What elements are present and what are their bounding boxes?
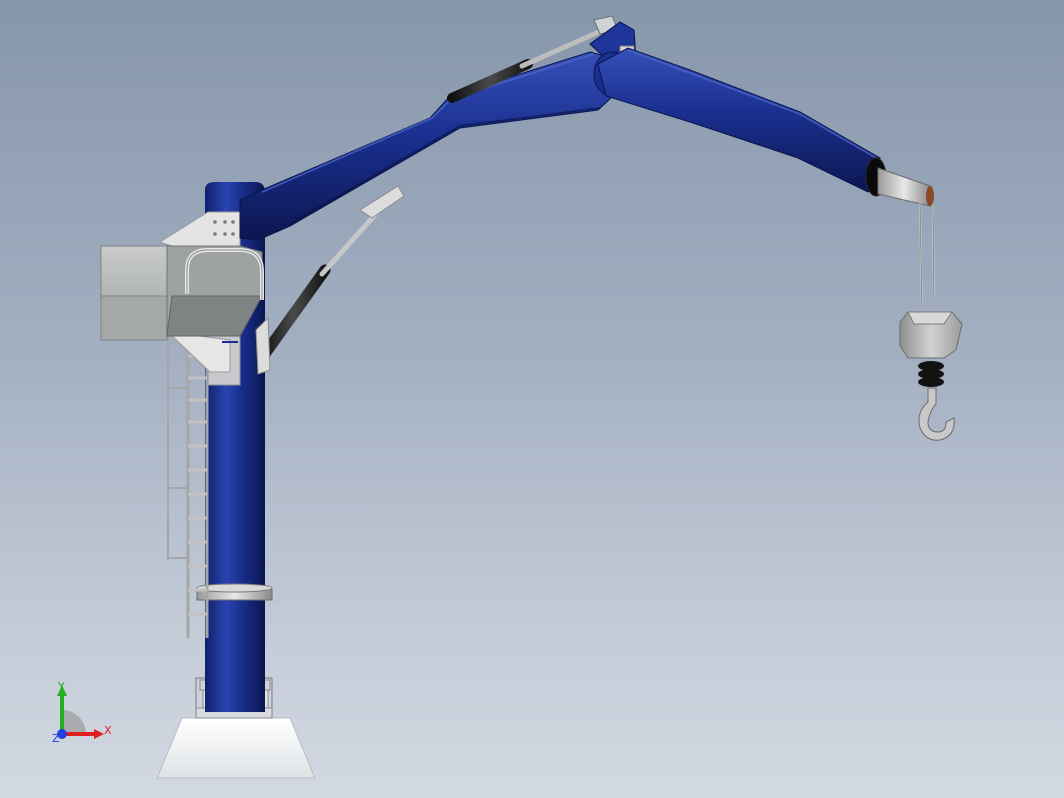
main-boom[interactable]	[239, 51, 629, 241]
triad-plane-shading	[62, 710, 86, 734]
x-axis-arrowhead	[94, 729, 104, 739]
operator-platform[interactable]	[100, 245, 264, 341]
crane-model[interactable]	[0, 0, 1064, 798]
coordinate-triad: Y X Z	[48, 676, 118, 746]
x-axis-label: X	[104, 724, 112, 737]
y-axis-label: Y	[57, 680, 65, 693]
z-axis-label: Z	[52, 732, 60, 745]
hook-block[interactable]	[899, 311, 963, 441]
graphics-viewport[interactable]: Y X Z	[0, 0, 1064, 798]
jib-boom[interactable]	[597, 47, 934, 207]
hoist-wire	[919, 199, 935, 313]
